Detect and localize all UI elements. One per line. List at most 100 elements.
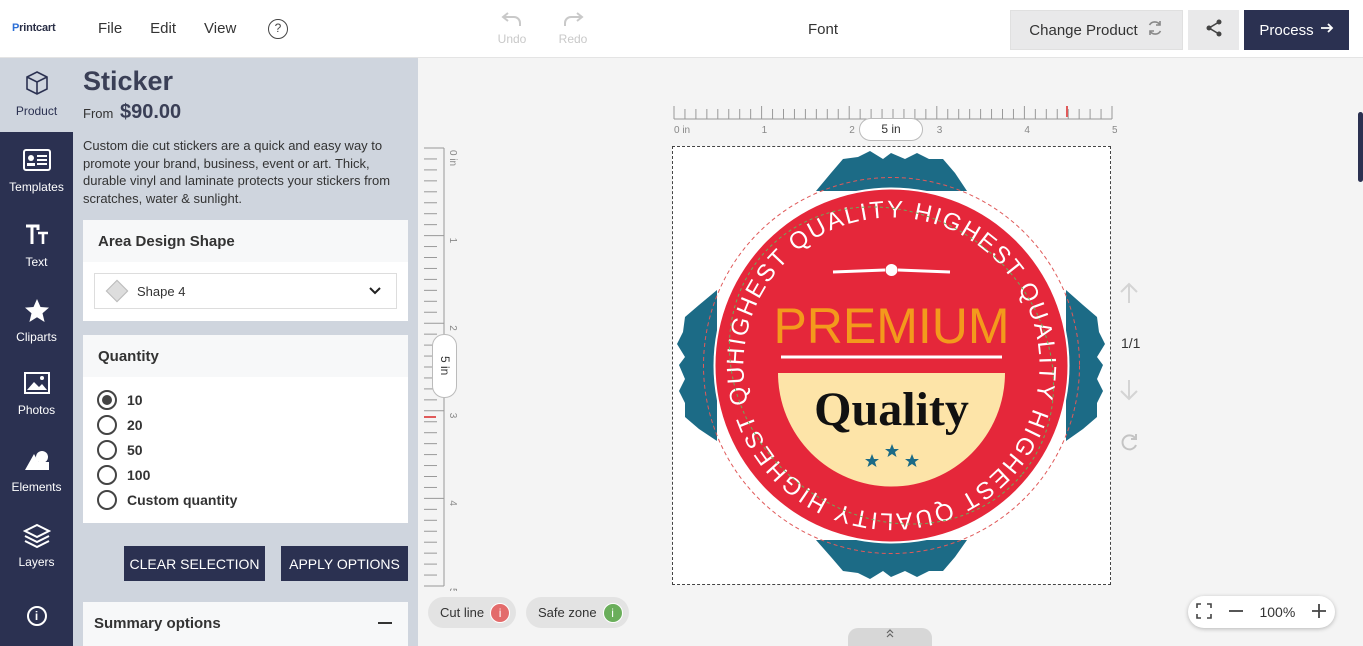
quantity-header: Quantity	[83, 335, 408, 377]
rotate-icon[interactable]	[1118, 432, 1140, 460]
help-icon[interactable]: ?	[268, 19, 288, 39]
zoom-in-icon[interactable]	[1311, 603, 1327, 622]
zoom-level: 100%	[1259, 604, 1296, 620]
process-button[interactable]: Process	[1244, 10, 1349, 50]
ruler-v-label: 5	[447, 588, 458, 591]
nav-cliparts-label: Cliparts	[16, 330, 57, 344]
menu-edit[interactable]: Edit	[150, 20, 176, 37]
layers-icon	[0, 523, 73, 551]
quantity-option-label: 20	[127, 416, 143, 433]
nav-photos-label: Photos	[17, 403, 56, 417]
move-down-icon[interactable]	[1118, 378, 1140, 408]
redo-button[interactable]: Redo	[553, 10, 593, 46]
share-icon	[1204, 18, 1224, 43]
ruler-v-label: 3	[447, 413, 458, 419]
radio-button[interactable]	[97, 464, 117, 485]
star-icon	[0, 298, 73, 326]
nav-product-label: Product	[15, 104, 58, 118]
move-up-icon[interactable]	[1118, 281, 1140, 311]
change-product-button[interactable]: Change Product	[1010, 10, 1183, 50]
ruler-v-label: 2	[447, 325, 458, 331]
product-panel: Sticker From $90.00 Custom die cut stick…	[73, 58, 418, 646]
info-icon: i	[26, 606, 47, 626]
product-price: From $90.00	[83, 101, 182, 123]
undo-icon	[492, 10, 532, 32]
quantity-option[interactable]: 20	[97, 412, 408, 437]
menu-file[interactable]: File	[98, 20, 122, 37]
cut-line-label: Cut line	[440, 605, 485, 620]
quantity-option[interactable]: 100	[97, 462, 408, 487]
nav-cliparts[interactable]: Cliparts	[0, 298, 73, 344]
arrow-right-icon	[1320, 21, 1334, 39]
templates-icon	[0, 148, 73, 176]
clear-selection-button[interactable]: CLEAR SELECTION	[124, 546, 265, 581]
chevron-down-icon	[368, 284, 382, 299]
cut-line-info-icon[interactable]: i	[490, 602, 511, 623]
shape-select-value: Shape 4	[137, 283, 186, 299]
nav-info[interactable]: i	[0, 606, 73, 626]
quantity-option-label: 50	[127, 441, 143, 458]
zoom-out-icon[interactable]	[1228, 603, 1244, 622]
nav-text[interactable]: Text	[0, 223, 73, 269]
undo-label: Undo	[497, 32, 527, 46]
fullscreen-icon[interactable]	[1196, 602, 1212, 622]
zoom-control: 100%	[1188, 596, 1335, 628]
redo-label: Redo	[558, 32, 588, 46]
radio-button[interactable]	[97, 489, 117, 510]
quantity-option[interactable]: 10	[97, 387, 408, 412]
ruler-h-label: 1	[762, 125, 768, 136]
menu-bar: File Edit View	[98, 20, 264, 37]
radio-button[interactable]	[97, 414, 117, 435]
safe-zone-toggle[interactable]: Safe zone i	[526, 597, 629, 628]
ruler-h-label: 0 in	[674, 125, 690, 136]
badge-subline[interactable]: Quality	[814, 383, 969, 436]
product-description: Custom die cut stickers are a quick and …	[83, 138, 391, 206]
summary-options-header[interactable]: Summary options	[83, 602, 408, 646]
quantity-option-label: 100	[127, 466, 151, 483]
ruler-v-label: 0 in	[447, 150, 458, 166]
bottom-drawer-toggle[interactable]	[848, 628, 932, 646]
shape-select[interactable]: Shape 4	[94, 273, 397, 309]
product-title: Sticker	[83, 66, 174, 96]
ruler-h-label: 3	[937, 125, 943, 136]
radio-button[interactable]	[97, 439, 117, 460]
scrollbar-thumb[interactable]	[1358, 112, 1363, 182]
ruler-h-label: 5	[1112, 125, 1117, 136]
nav-product[interactable]: Product	[0, 58, 73, 132]
badge-top-dot	[885, 264, 898, 276]
undo-button[interactable]: Undo	[492, 10, 532, 46]
ruler-v-label: 4	[447, 500, 458, 506]
premium-quality-badge[interactable]: HIGHEST QUALITY HIGHEST QUALITY HIGHEST …	[664, 126, 1110, 584]
design-canvas[interactable]: HIGHEST QUALITY HIGHEST QUALITY HIGHEST …	[664, 126, 1111, 585]
badge-headline[interactable]: PREMIUM	[773, 298, 1009, 354]
area-design-shape-header: Area Design Shape	[83, 220, 408, 262]
quantity-option-label: Custom quantity	[127, 491, 238, 508]
cut-line-toggle[interactable]: Cut line i	[428, 597, 517, 628]
font-menu[interactable]: Font	[808, 21, 838, 38]
nav-layers[interactable]: Layers	[0, 523, 73, 569]
nav-text-label: Text	[25, 255, 48, 269]
ruler-h-label: 4	[1024, 125, 1030, 136]
text-icon	[0, 223, 73, 251]
safe-zone-info-icon[interactable]: i	[602, 602, 623, 623]
area-design-shape-card: Area Design Shape Shape 4	[83, 220, 408, 321]
nav-templates[interactable]: Templates	[0, 148, 73, 194]
app-logo[interactable]: Printcart	[12, 22, 56, 34]
chevron-up-icon	[885, 629, 895, 641]
radio-button[interactable]	[97, 389, 117, 410]
quantity-option[interactable]: 50	[97, 437, 408, 462]
quantity-options: 10 20 50 100 Custom quantity	[83, 377, 408, 512]
badge-red-disc	[715, 189, 1068, 542]
quantity-option-label: 10	[127, 391, 143, 408]
collapse-icon[interactable]	[378, 622, 392, 624]
share-button[interactable]	[1188, 10, 1239, 50]
width-pill: 5 in	[859, 118, 923, 141]
menu-view[interactable]: View	[204, 20, 236, 37]
nav-elements[interactable]: Elements	[0, 448, 73, 494]
refresh-icon	[1146, 19, 1164, 41]
apply-options-button[interactable]: APPLY OPTIONS	[281, 546, 408, 581]
process-label: Process	[1259, 21, 1314, 39]
nav-photos[interactable]: Photos	[0, 371, 73, 417]
ruler-h-label: 2	[849, 125, 855, 136]
quantity-option[interactable]: Custom quantity	[97, 487, 408, 512]
